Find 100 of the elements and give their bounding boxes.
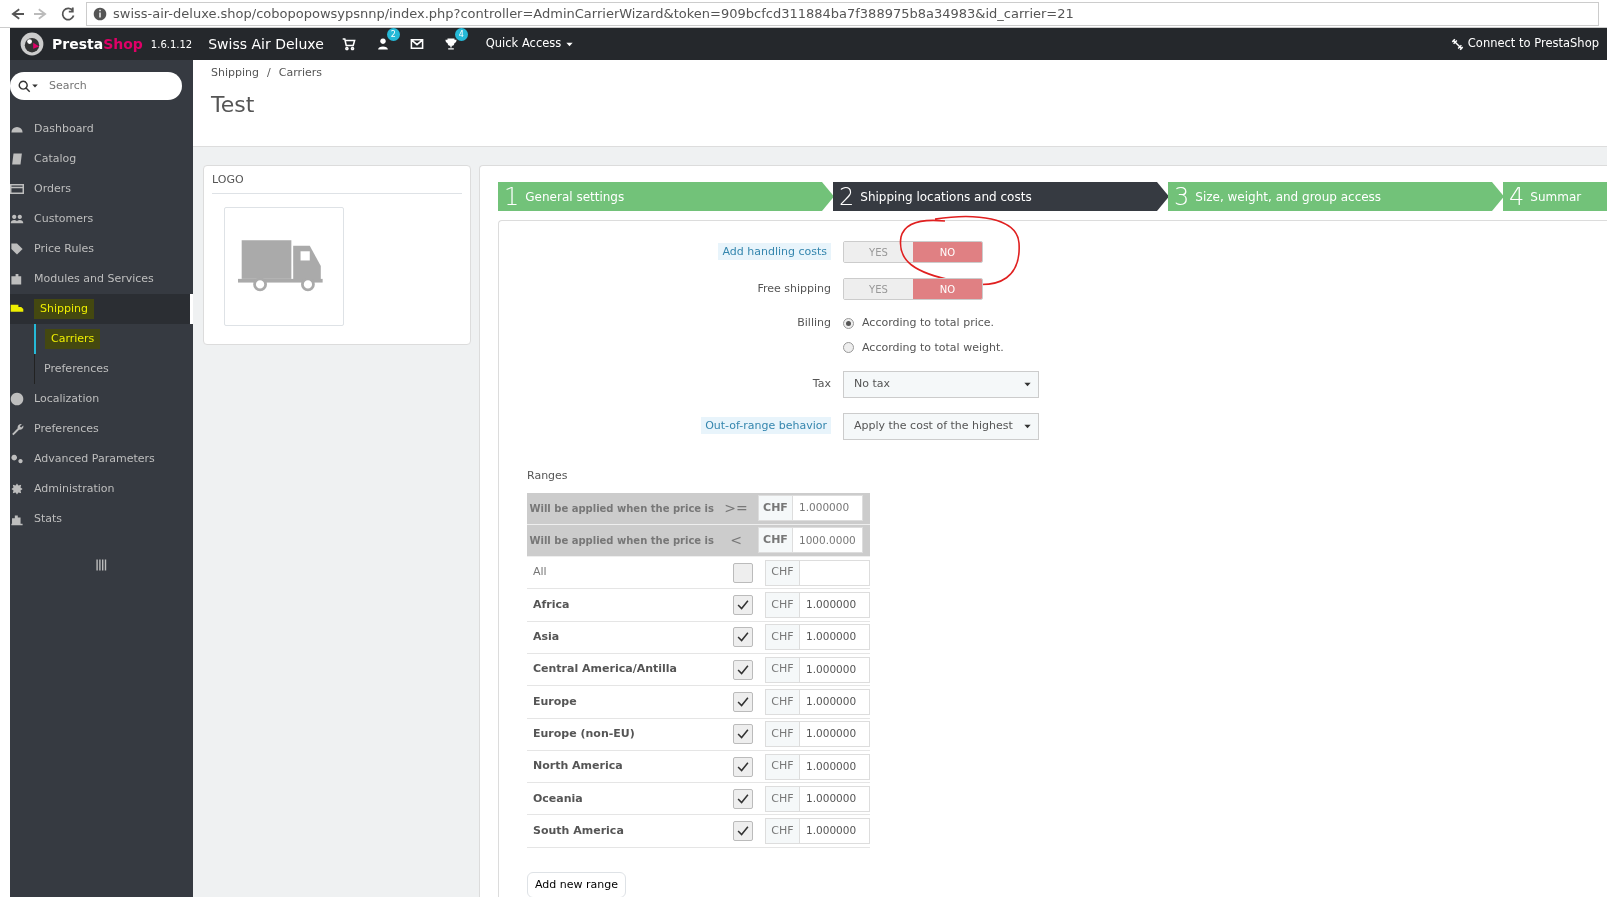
reload-icon[interactable] bbox=[60, 5, 76, 22]
checkbox[interactable] bbox=[733, 756, 753, 777]
search-bar[interactable]: Search bbox=[10, 72, 182, 100]
person-icon[interactable] bbox=[375, 37, 390, 51]
gear-icon bbox=[10, 482, 24, 496]
zone-name: Africa bbox=[532, 596, 571, 613]
currency-label: CHF bbox=[765, 818, 800, 845]
zone-name: Europe (non-EU) bbox=[532, 725, 636, 742]
shop-name[interactable]: Swiss Air Deluxe bbox=[208, 33, 324, 55]
field-label: Billing bbox=[797, 316, 831, 329]
sidebar-item[interactable]: Advanced Parameters bbox=[34, 450, 155, 468]
amount-field[interactable]: 1.000000 bbox=[793, 495, 863, 522]
sidebar-item[interactable]: Preferences bbox=[34, 420, 99, 438]
operator-label: < bbox=[729, 530, 743, 550]
radio-button[interactable] bbox=[843, 317, 854, 329]
credit-card-icon bbox=[10, 182, 24, 196]
sidebar-item[interactable]: Catalog bbox=[34, 150, 77, 168]
checkbox[interactable] bbox=[733, 627, 753, 648]
option-label: According to total price. bbox=[862, 315, 995, 331]
currency-label: CHF bbox=[765, 624, 800, 651]
currency-label: CHF bbox=[765, 688, 800, 715]
select-dropdown[interactable]: No tax bbox=[843, 371, 1039, 398]
currency-label: CHF bbox=[765, 592, 800, 619]
people-icon bbox=[10, 212, 24, 226]
amount-field[interactable]: 1.000000 bbox=[800, 624, 870, 651]
search-icon[interactable] bbox=[18, 79, 31, 93]
amount-field[interactable]: 1.000000 bbox=[800, 785, 870, 812]
amount-field[interactable] bbox=[800, 559, 870, 586]
bar-chart-icon bbox=[10, 512, 24, 526]
currency-label: CHF bbox=[765, 656, 800, 683]
field-label: Free shipping bbox=[757, 281, 831, 295]
check-icon bbox=[736, 791, 750, 806]
collapse-menu-icon[interactable] bbox=[94, 558, 109, 572]
breadcrumb-link[interactable]: Carriers bbox=[278, 65, 323, 82]
select-dropdown[interactable]: Apply the cost of the highest bbox=[843, 413, 1039, 440]
check-icon bbox=[736, 759, 750, 774]
caret-icon bbox=[1023, 422, 1032, 431]
sidebar-item[interactable]: Price Rules bbox=[34, 240, 94, 258]
sidebar-subitem[interactable]: Preferences bbox=[44, 360, 109, 378]
wizard-step[interactable]: 2 Shipping locations and costs bbox=[833, 182, 1169, 211]
zone-name: All bbox=[532, 564, 548, 581]
currency-label: CHF bbox=[765, 785, 800, 812]
amount-field[interactable]: 1.000000 bbox=[800, 818, 870, 845]
sidebar-item[interactable]: Orders bbox=[34, 180, 71, 198]
amount-field[interactable]: 1.000000 bbox=[800, 688, 870, 715]
checkbox[interactable] bbox=[733, 562, 753, 583]
connect-link[interactable]: Connect to PrestaShop bbox=[1450, 35, 1607, 53]
tag-icon bbox=[10, 242, 24, 256]
amount-field[interactable]: 1.000000 bbox=[800, 592, 870, 619]
version-label: 1.6.1.12 bbox=[150, 37, 193, 52]
checkbox[interactable] bbox=[733, 595, 753, 616]
sidebar-item[interactable]: Dashboard bbox=[34, 120, 94, 138]
check-icon bbox=[736, 662, 750, 677]
zone-name: Central America/Antilla bbox=[532, 661, 678, 678]
radio-button[interactable] bbox=[843, 342, 854, 354]
zone-name: South America bbox=[532, 822, 625, 839]
zone-name: North America bbox=[532, 758, 624, 775]
range-condition-label: Will be applied when the price is bbox=[528, 533, 714, 548]
caret-icon bbox=[31, 82, 39, 90]
quick-access-menu[interactable]: Quick Access bbox=[485, 35, 575, 53]
zone-name: Europe bbox=[532, 693, 578, 710]
address-bar[interactable]: swiss-air-deluxe.shop/cobopopowsypsnnp/index.php?controller=AdminCarrierWizard&token=909bcfcd311884ba7f388975b8a34983&id_carrier=21 bbox=[86, 1, 1599, 26]
checkbox[interactable] bbox=[733, 724, 753, 745]
checkbox[interactable] bbox=[733, 788, 753, 809]
check-icon bbox=[736, 694, 750, 709]
sidebar-item[interactable]: Administration bbox=[34, 480, 115, 498]
amount-field[interactable]: 1.000000 bbox=[800, 721, 870, 748]
breadcrumb-link[interactable]: Shipping bbox=[211, 65, 259, 82]
sidebar-subitem[interactable]: Carriers bbox=[45, 328, 101, 350]
field-label: Out-of-range behavior bbox=[701, 417, 831, 435]
currency-label: CHF bbox=[765, 559, 800, 586]
field-label: Tax bbox=[812, 377, 831, 391]
cart-icon[interactable] bbox=[341, 37, 356, 51]
checkbox[interactable] bbox=[733, 659, 753, 680]
trophy-icon[interactable] bbox=[443, 37, 458, 51]
currency-label: CHF bbox=[758, 495, 793, 522]
envelope-icon[interactable] bbox=[409, 37, 424, 51]
operator-label: >= bbox=[723, 498, 749, 518]
checkbox[interactable] bbox=[733, 821, 753, 842]
section-title: Ranges bbox=[527, 468, 569, 484]
currency-label: CHF bbox=[765, 753, 800, 780]
add-range-button[interactable]: Add new range bbox=[527, 871, 626, 897]
sidebar-item[interactable]: Modules and Services bbox=[34, 270, 154, 288]
sidebar-item[interactable]: Stats bbox=[34, 510, 63, 528]
notification-badge: 2 bbox=[386, 28, 400, 41]
amount-field[interactable]: 1.000000 bbox=[800, 753, 870, 780]
book-icon bbox=[10, 152, 24, 166]
sidebar-item[interactable]: Shipping bbox=[34, 298, 94, 320]
option-label: According to total weight. bbox=[862, 339, 1004, 356]
sidebar-item[interactable]: Localization bbox=[34, 390, 100, 408]
amount-field[interactable]: 1.000000 bbox=[800, 656, 870, 683]
amount-field[interactable]: 1000.0000 bbox=[793, 527, 863, 554]
caret-icon bbox=[1023, 380, 1032, 389]
zone-name: Oceania bbox=[532, 790, 584, 807]
breadcrumb-separator: / bbox=[267, 65, 271, 81]
checkbox[interactable] bbox=[733, 691, 753, 712]
brand-logo[interactable]: PrestaShop bbox=[52, 33, 143, 55]
sidebar-item[interactable]: Customers bbox=[34, 210, 94, 228]
page-title: Test bbox=[211, 90, 256, 119]
panel-title: LOGO bbox=[212, 172, 462, 194]
